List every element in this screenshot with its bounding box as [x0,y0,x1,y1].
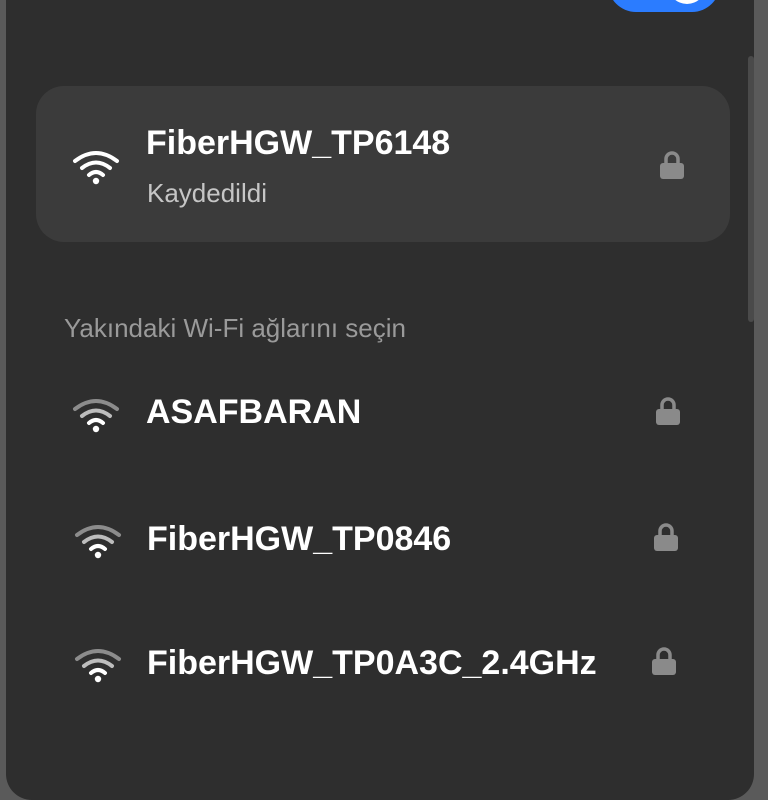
lock-icon [655,396,681,426]
lock-icon [659,150,685,180]
saved-network-card[interactable] [36,86,730,242]
toggle-knob [668,0,706,4]
wifi-icon [74,648,122,684]
network-name: FiberHGW_TP0846 [147,520,452,558]
lock-icon [651,646,677,676]
nearby-networks-label: Yakındaki Wi-Fi ağlarını seçin [64,313,406,343]
wifi-icon [72,150,120,186]
saved-network-name: FiberHGW_TP6148 [146,124,451,162]
saved-network-status: Kaydedildi [147,178,267,208]
scrollbar[interactable] [748,56,754,322]
wifi-toggle[interactable] [608,0,720,12]
network-name: ASAFBARAN [146,393,362,431]
wifi-icon [72,398,120,434]
wifi-icon [74,524,122,560]
page-title: Wi-Fi [64,0,172,8]
lock-icon [653,522,679,552]
network-name: FiberHGW_TP0A3C_2.4GHz [147,644,597,682]
network-item[interactable] [36,370,730,460]
